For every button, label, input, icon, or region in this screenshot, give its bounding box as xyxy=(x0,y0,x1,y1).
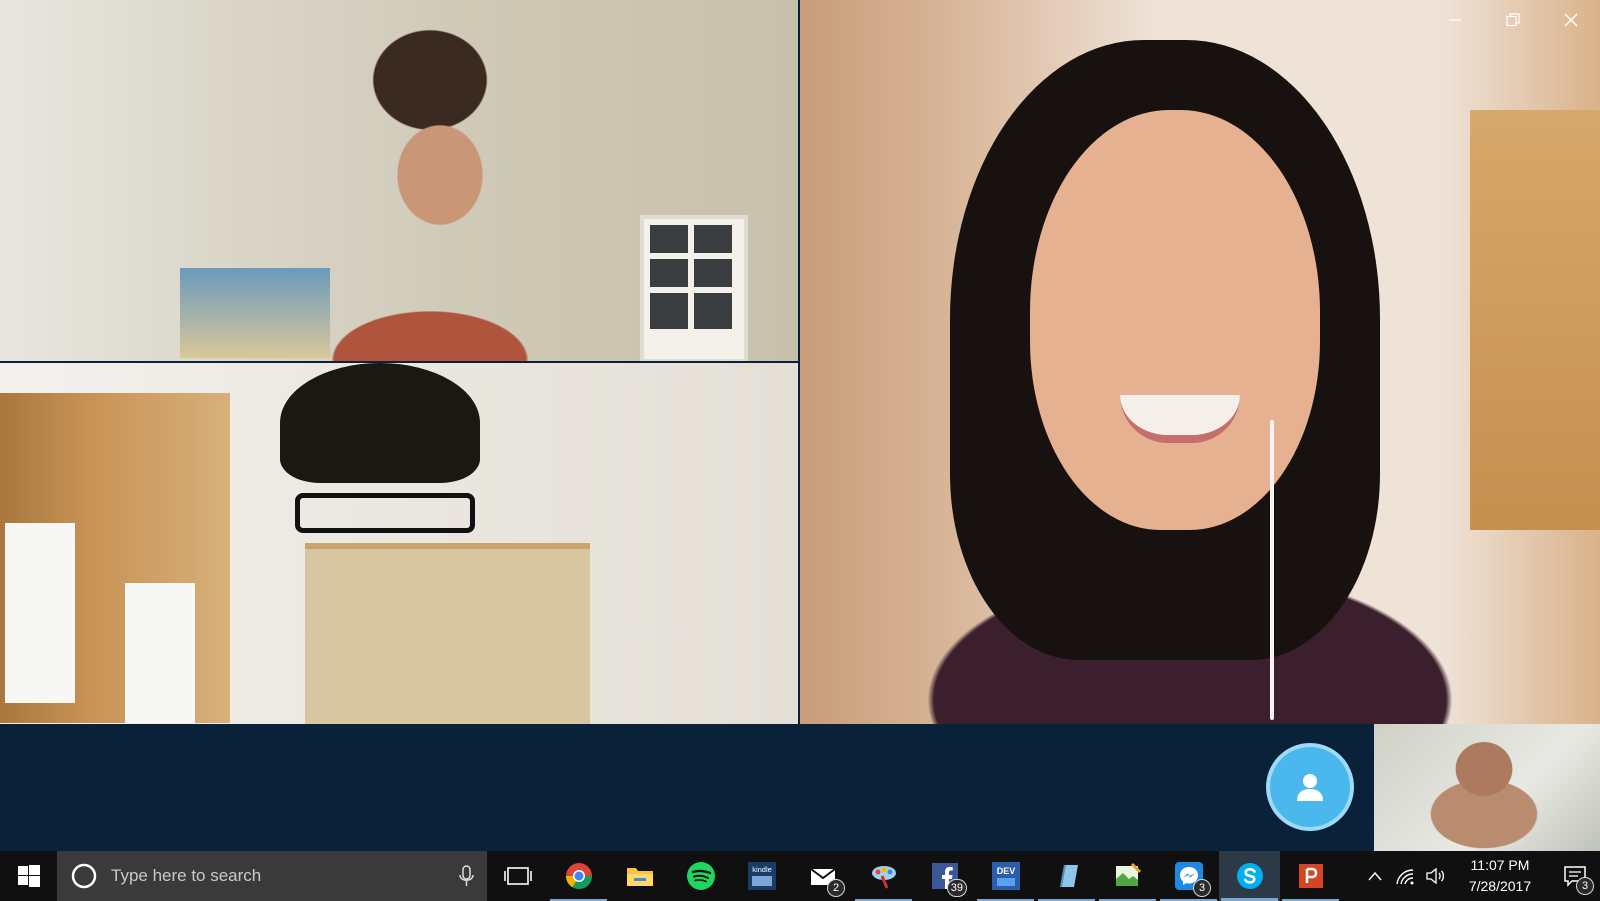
clock-time: 11:07 PM xyxy=(1470,857,1530,873)
taskbar-app-file-explorer[interactable] xyxy=(609,851,670,901)
folder-icon xyxy=(626,868,653,886)
network-button[interactable] xyxy=(1390,851,1420,901)
close-icon xyxy=(1564,13,1578,27)
person-icon xyxy=(1297,774,1323,801)
restore-icon xyxy=(1506,13,1520,27)
search-placeholder: Type here to search xyxy=(111,866,262,885)
task-view-icon xyxy=(503,867,532,885)
spotify-icon xyxy=(686,862,715,890)
messenger-badge: 3 xyxy=(1193,879,1211,897)
taskbar-app-kindle[interactable]: kindle xyxy=(731,851,792,901)
notes-icon xyxy=(1059,865,1078,887)
paint3d-icon xyxy=(1115,862,1141,886)
facebook-badge: 39 xyxy=(946,879,967,897)
kindle-label: kindle xyxy=(752,865,772,874)
taskbar-app-notes[interactable] xyxy=(1036,851,1097,901)
participant-video-top-left[interactable] xyxy=(0,0,798,361)
background-window xyxy=(0,393,230,723)
taskbar-app-skype[interactable] xyxy=(1219,851,1280,901)
microphone-icon[interactable] xyxy=(447,861,487,891)
window-controls xyxy=(1426,0,1600,40)
participant-glasses xyxy=(295,493,475,533)
system-tray: 11:07 PM 7/28/2017 3 xyxy=(1360,851,1600,901)
taskbar-app-dev-essentials[interactable]: DEV xyxy=(975,851,1036,901)
show-hidden-icons-button[interactable] xyxy=(1360,851,1390,901)
paint-icon xyxy=(871,866,896,889)
task-view-button[interactable] xyxy=(487,851,548,901)
volume-button[interactable] xyxy=(1420,851,1450,901)
wall-poster xyxy=(180,268,330,358)
clock-date: 7/28/2017 xyxy=(1468,878,1532,894)
participant-face xyxy=(1030,110,1320,530)
participants-button[interactable] xyxy=(1266,743,1354,831)
self-view-video[interactable] xyxy=(1374,724,1600,851)
chevron-up-icon xyxy=(1368,871,1382,881)
action-center-button[interactable]: 3 xyxy=(1550,851,1600,901)
taskbar-app-spotify[interactable] xyxy=(670,851,731,901)
taskbar-app-paint[interactable] xyxy=(853,851,914,901)
chrome-icon xyxy=(565,863,592,890)
notification-badge: 3 xyxy=(1576,877,1594,895)
cortana-icon xyxy=(71,863,97,889)
dev-label: DEV xyxy=(996,866,1015,876)
taskbar: Type here to search kindle 2 39 DEV 3 11… xyxy=(0,851,1600,901)
background-window xyxy=(640,215,748,361)
bookshelf xyxy=(305,543,590,724)
clock[interactable]: 11:07 PM 7/28/2017 xyxy=(1450,855,1550,897)
minimize-icon xyxy=(1449,19,1461,21)
start-button[interactable] xyxy=(0,851,57,901)
taskbar-app-powerpoint[interactable] xyxy=(1280,851,1341,901)
taskbar-app-messenger[interactable]: 3 xyxy=(1158,851,1219,901)
search-box[interactable]: Type here to search xyxy=(57,851,487,901)
earbud-cable xyxy=(1270,420,1274,720)
taskbar-app-facebook[interactable]: 39 xyxy=(914,851,975,901)
participant-video-bottom-left[interactable] xyxy=(0,363,798,724)
powerpoint-icon xyxy=(1298,864,1323,888)
taskbar-app-chrome[interactable] xyxy=(548,851,609,901)
participant-hair xyxy=(280,363,480,483)
skype-icon xyxy=(1236,863,1263,889)
background-shelf xyxy=(1470,110,1600,530)
taskbar-app-mail[interactable]: 2 xyxy=(792,851,853,901)
windows-icon xyxy=(17,865,40,887)
wifi-icon xyxy=(1396,869,1414,885)
minimize-button[interactable] xyxy=(1426,0,1484,40)
restore-button[interactable] xyxy=(1484,0,1542,40)
mail-badge: 2 xyxy=(827,879,845,897)
kindle-icon: kindle xyxy=(747,862,776,890)
close-button[interactable] xyxy=(1542,0,1600,40)
taskbar-app-paint-3d[interactable] xyxy=(1097,851,1158,901)
dev-icon: DEV xyxy=(991,862,1020,890)
call-control-bar xyxy=(0,724,1374,851)
speaker-icon xyxy=(1426,867,1445,885)
participant-video-main[interactable] xyxy=(800,0,1600,724)
